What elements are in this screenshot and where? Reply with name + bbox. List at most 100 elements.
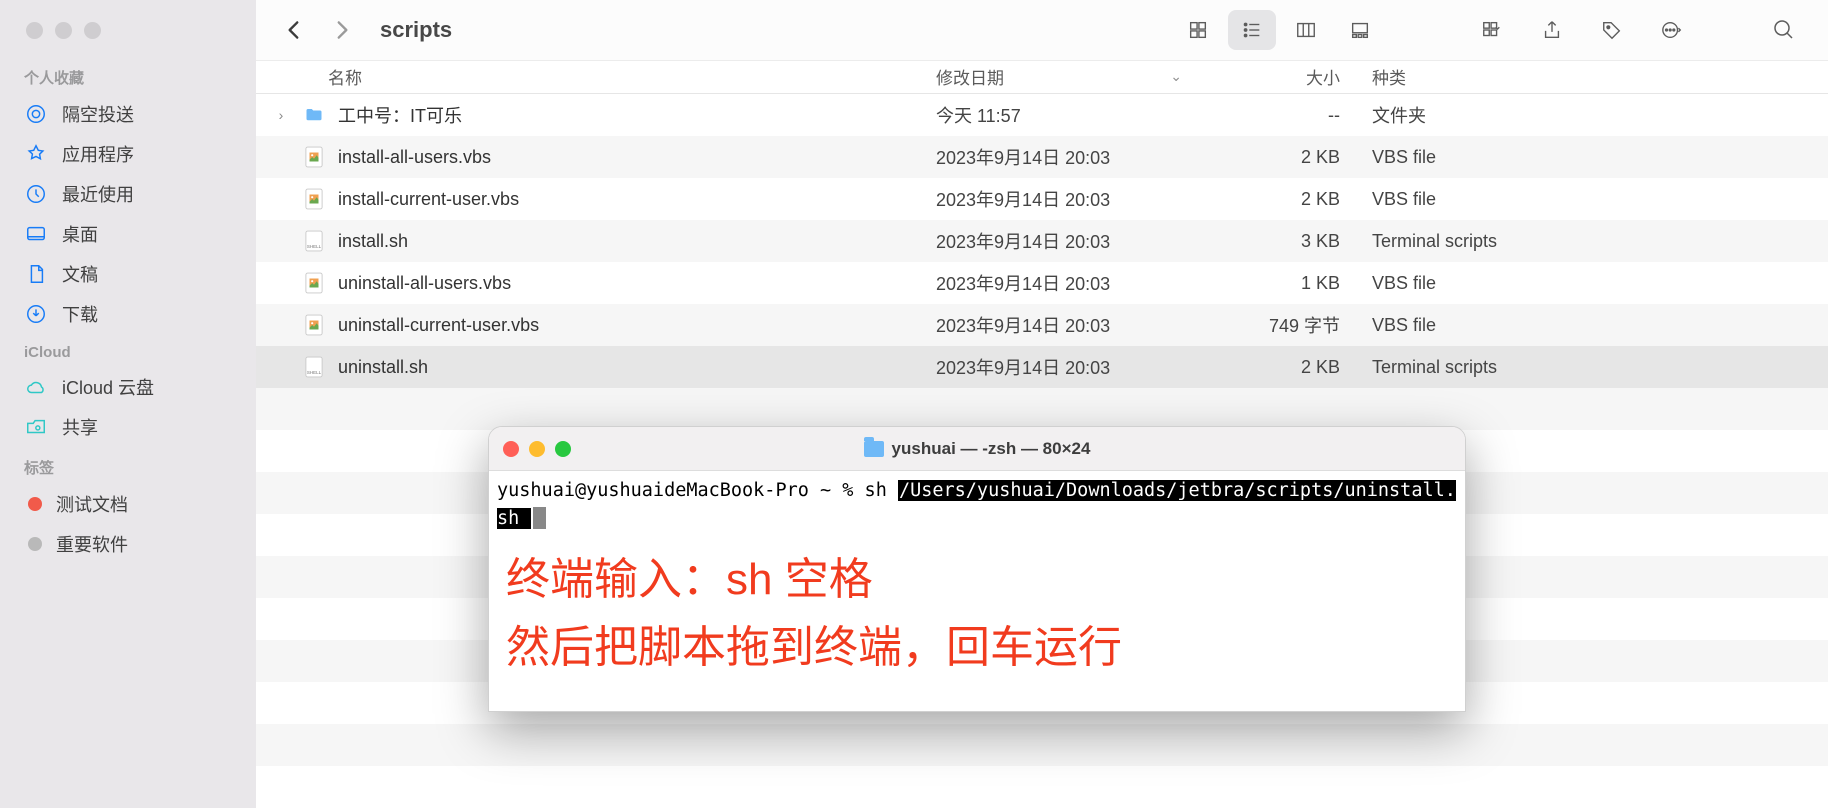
zoom-window-icon[interactable]: [555, 441, 571, 457]
terminal-body[interactable]: yushuai@yushuaideMacBook-Pro ~ % sh /Use…: [489, 471, 1465, 711]
file-row[interactable]: SHELL install.sh 2023年9月14日 20:033 KBTermi…: [256, 220, 1828, 262]
file-icon: SHELL: [302, 229, 326, 253]
file-size: 2 KB: [1200, 147, 1360, 168]
close-window-icon[interactable]: [26, 22, 43, 39]
sidebar-item-airdrop[interactable]: 隔空投送: [0, 94, 256, 134]
group-by-button[interactable]: [1468, 10, 1516, 50]
action-menu-button[interactable]: [1648, 10, 1696, 50]
file-list: › 工中号：IT可乐 今天 11:57--文件夹 install-all-users.…: [256, 94, 1828, 388]
file-size: 3 KB: [1200, 231, 1360, 252]
file-name: 工中号：IT可乐: [338, 102, 462, 128]
sidebar-item-shared[interactable]: 共享: [0, 407, 256, 447]
file-row[interactable]: SHELLuninstall.sh2023年9月14日 20:032 KBTer…: [256, 346, 1828, 388]
file-name: uninstall-current-user.vbs: [338, 315, 539, 336]
file-row[interactable]: › 工中号：IT可乐 今天 11:57--文件夹: [256, 94, 1828, 136]
sidebar-item-label: 下载: [62, 301, 98, 327]
column-header-name[interactable]: 名称: [256, 64, 936, 89]
file-icon: [302, 103, 326, 127]
sidebar-item-label: 最近使用: [62, 181, 134, 207]
file-kind: VBS file: [1360, 315, 1828, 336]
sidebar-item-tag-2[interactable]: 重要软件: [0, 524, 256, 564]
file-size: 749 字节: [1200, 312, 1360, 338]
cursor-icon: [533, 507, 546, 529]
sidebar-item-icloud-drive[interactable]: iCloud 云盘: [0, 367, 256, 407]
terminal-titlebar[interactable]: yushuai — -zsh — 80×24: [489, 427, 1465, 471]
folder-icon: [864, 441, 884, 457]
sidebar-item-downloads[interactable]: 下载: [0, 294, 256, 334]
file-date: 2023年9月14日 20:03: [936, 312, 1200, 338]
icon-view-button[interactable]: [1174, 10, 1222, 50]
column-header-size[interactable]: 大小: [1200, 64, 1360, 89]
file-kind: Terminal scripts: [1360, 231, 1828, 252]
column-header-kind[interactable]: 种类: [1360, 64, 1828, 89]
search-button[interactable]: [1760, 10, 1808, 50]
sidebar-item-label: 重要软件: [56, 531, 128, 557]
file-date: 2023年9月14日 20:03: [936, 144, 1200, 170]
file-kind: 文件夹: [1360, 102, 1828, 128]
file-kind: VBS file: [1360, 147, 1828, 168]
apps-icon: [24, 142, 48, 166]
minimize-window-icon[interactable]: [529, 441, 545, 457]
sidebar-section-tags: 标签: [0, 447, 256, 484]
desktop-icon: [24, 222, 48, 246]
tag-dot-icon: [28, 537, 42, 551]
finder-sidebar: 个人收藏 隔空投送 应用程序 最近使用 桌面 文稿 下载 iCloud iCl: [0, 0, 256, 808]
forward-button[interactable]: [324, 12, 360, 48]
file-date: 2023年9月14日 20:03: [936, 354, 1200, 380]
file-date: 2023年9月14日 20:03: [936, 270, 1200, 296]
terminal-title: yushuai — -zsh — 80×24: [489, 439, 1465, 459]
tag-dot-icon: [28, 497, 42, 511]
column-view-button[interactable]: [1282, 10, 1330, 50]
zoom-window-icon[interactable]: [84, 22, 101, 39]
terminal-prompt: yushuai@yushuaideMacBook-Pro ~ % sh: [497, 480, 898, 501]
file-kind: VBS file: [1360, 273, 1828, 294]
file-row[interactable]: install-current-user.vbs 2023年9月14日 20:03…: [256, 178, 1828, 220]
file-row[interactable]: uninstall-current-user.vbs 2023年9月14日 20:…: [256, 304, 1828, 346]
disclosure-chevron-icon[interactable]: ›: [272, 107, 290, 123]
file-date: 今天 11:57: [936, 102, 1200, 128]
file-size: 2 KB: [1200, 357, 1360, 378]
file-row[interactable]: install-all-users.vbs 2023年9月14日 20:032 K…: [256, 136, 1828, 178]
recent-icon: [24, 182, 48, 206]
file-date: 2023年9月14日 20:03: [936, 186, 1200, 212]
sidebar-item-label: 测试文档: [56, 491, 128, 517]
file-name: install-current-user.vbs: [338, 189, 519, 210]
minimize-window-icon[interactable]: [55, 22, 72, 39]
tag-button[interactable]: [1588, 10, 1636, 50]
file-icon: [302, 187, 326, 211]
sidebar-item-documents[interactable]: 文稿: [0, 254, 256, 294]
sort-indicator-icon: ⌄: [1170, 68, 1182, 85]
file-icon: [302, 145, 326, 169]
file-name: uninstall-all-users.vbs: [338, 273, 511, 294]
window-title: scripts: [380, 17, 1162, 43]
sidebar-item-applications[interactable]: 应用程序: [0, 134, 256, 174]
terminal-window[interactable]: yushuai — -zsh — 80×24 yushuai@yushuaide…: [488, 426, 1466, 712]
close-window-icon[interactable]: [503, 441, 519, 457]
documents-icon: [24, 262, 48, 286]
list-view-button[interactable]: [1228, 10, 1276, 50]
sidebar-section-icloud: iCloud: [0, 334, 256, 367]
window-controls[interactable]: [0, 12, 256, 57]
sidebar-item-recents[interactable]: 最近使用: [0, 174, 256, 214]
sidebar-item-label: 桌面: [62, 221, 98, 247]
svg-text:SHELL: SHELL: [307, 370, 322, 375]
file-date: 2023年9月14日 20:03: [936, 228, 1200, 254]
column-header-date[interactable]: 修改日期 ⌄: [936, 64, 1200, 89]
sidebar-item-desktop[interactable]: 桌面: [0, 214, 256, 254]
share-button[interactable]: [1528, 10, 1576, 50]
sidebar-item-label: 隔空投送: [62, 101, 134, 127]
file-row[interactable]: uninstall-all-users.vbs2023年9月14日 20:031…: [256, 262, 1828, 304]
gallery-view-button[interactable]: [1336, 10, 1384, 50]
downloads-icon: [24, 302, 48, 326]
airdrop-icon: [24, 102, 48, 126]
file-size: --: [1200, 105, 1360, 126]
file-kind: VBS file: [1360, 189, 1828, 210]
sidebar-item-tag-1[interactable]: 测试文档: [0, 484, 256, 524]
file-name: install.sh: [338, 231, 408, 252]
file-name: install-all-users.vbs: [338, 147, 491, 168]
view-switcher: [1174, 10, 1384, 50]
shared-icon: [24, 415, 48, 439]
back-button[interactable]: [276, 12, 312, 48]
sidebar-item-label: 文稿: [62, 261, 98, 287]
sidebar-item-label: 共享: [62, 414, 98, 440]
